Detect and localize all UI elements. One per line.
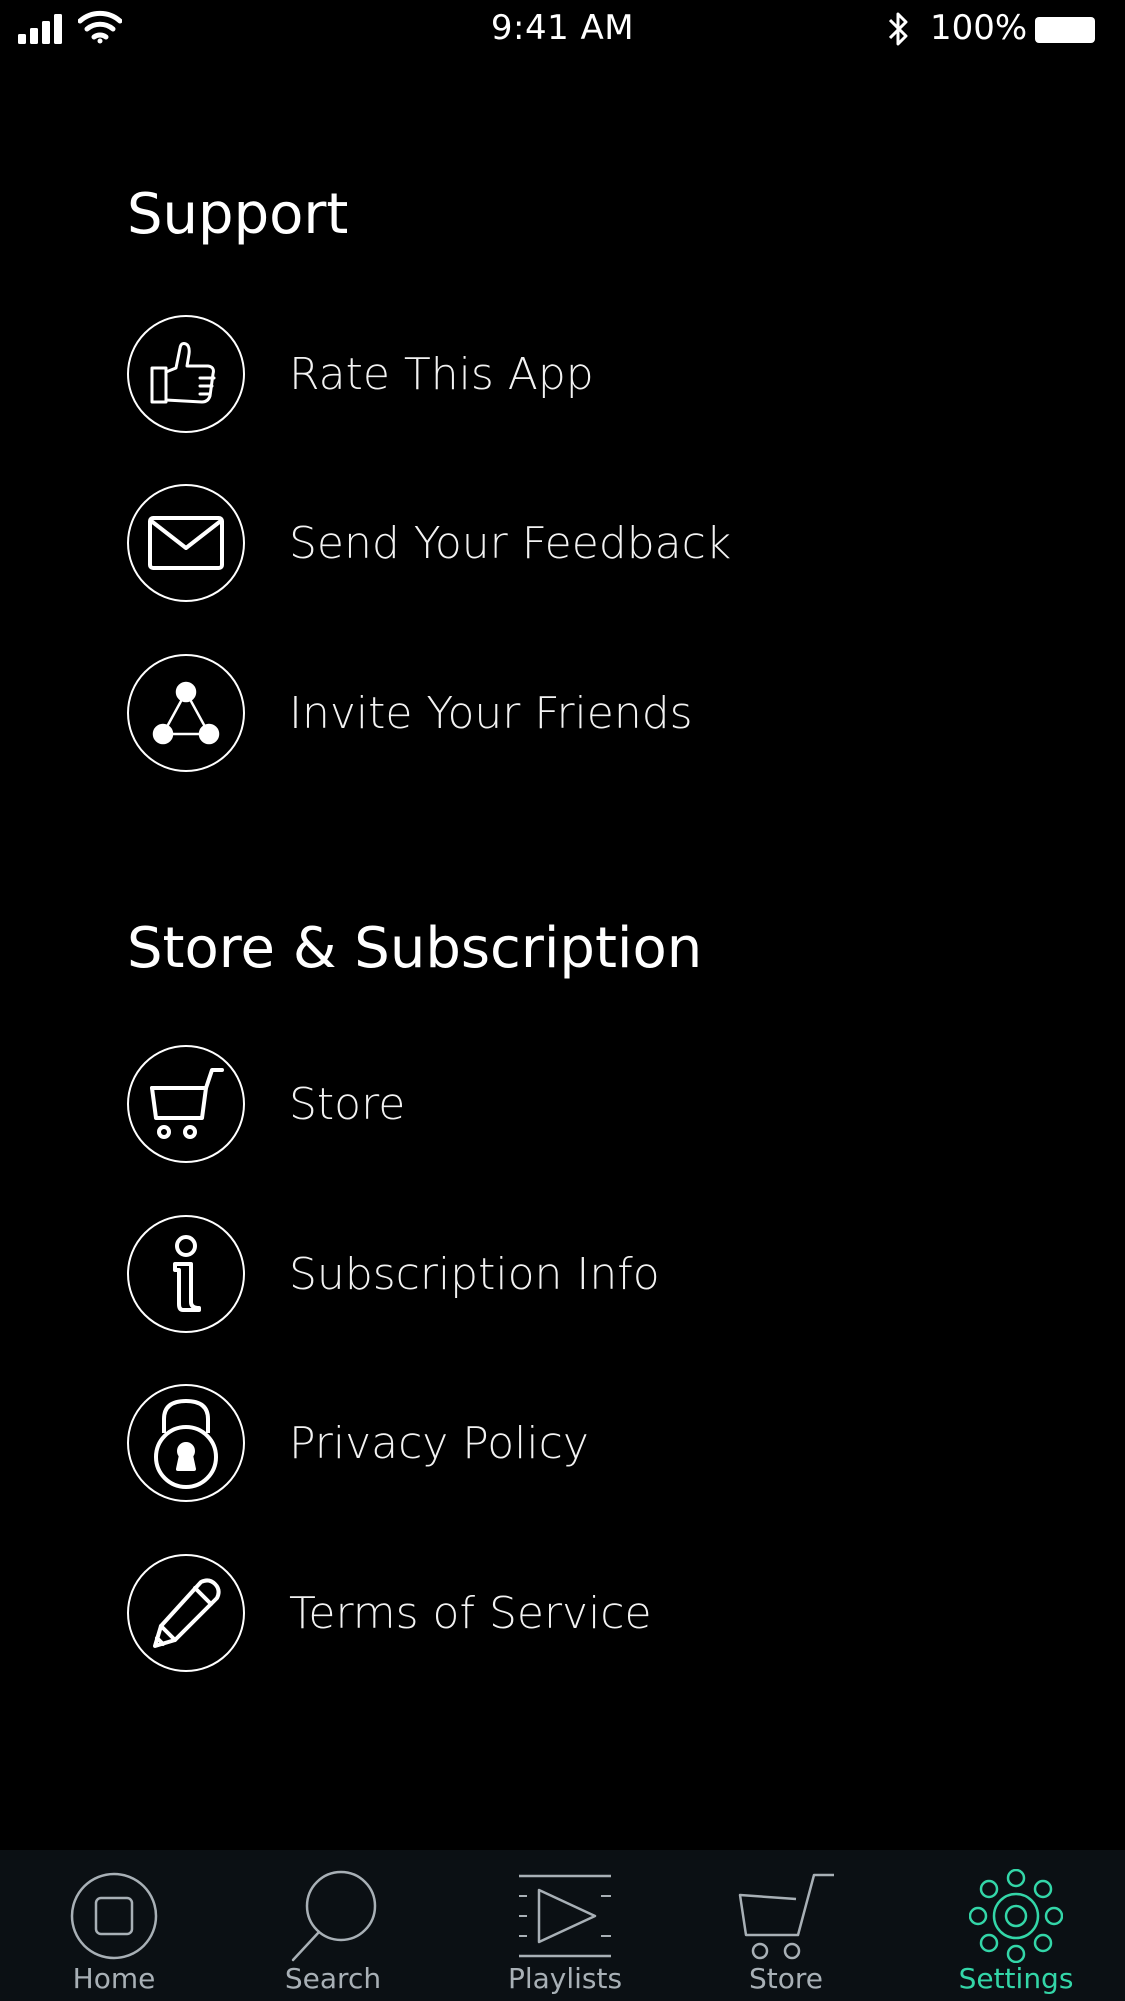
privacy-policy-row[interactable]: Privacy Policy (127, 1382, 1027, 1504)
home-icon (69, 1870, 159, 1962)
terms-of-service-row[interactable]: Terms of Service (127, 1552, 1027, 1674)
section-title-store-subscription: Store & Subscription (127, 916, 703, 981)
subscription-info-label: Subscription Info (289, 1248, 660, 1300)
tab-store[interactable]: Store (696, 1850, 876, 2001)
privacy-policy-label: Privacy Policy (289, 1417, 589, 1469)
tab-label-home: Home (72, 1962, 156, 1995)
battery-icon (1035, 17, 1095, 43)
tab-search[interactable]: Search (243, 1850, 423, 2001)
send-feedback-label: Send Your Feedback (289, 517, 732, 569)
cart-icon (127, 1045, 245, 1163)
lock-icon (127, 1384, 245, 1502)
share-icon (127, 654, 245, 772)
terms-of-service-label: Terms of Service (289, 1587, 652, 1639)
info-icon (127, 1215, 245, 1333)
tab-playlists[interactable]: Playlists (475, 1850, 655, 2001)
tab-label-store: Store (748, 1962, 823, 1995)
store-label: Store (289, 1078, 406, 1130)
rate-app-row[interactable]: Rate This App (127, 313, 1027, 435)
search-icon (285, 1870, 381, 1962)
tab-label-settings: Settings (958, 1962, 1074, 1995)
status-bar: 9:41 AM 100% (0, 0, 1125, 60)
tab-settings[interactable]: Settings (926, 1850, 1106, 2001)
subscription-info-row[interactable]: Subscription Info (127, 1213, 1027, 1335)
pencil-icon (127, 1554, 245, 1672)
rate-app-label: Rate This App (289, 348, 594, 400)
tab-label-search: Search (284, 1962, 382, 1995)
invite-friends-label: Invite Your Friends (289, 687, 693, 739)
bluetooth-icon (888, 12, 908, 46)
battery-percent: 100% (930, 8, 1028, 48)
tab-label-playlists: Playlists (507, 1962, 623, 1995)
invite-friends-row[interactable]: Invite Your Friends (127, 652, 1027, 774)
tab-home[interactable]: Home (24, 1850, 204, 2001)
mail-icon (127, 484, 245, 602)
tab-bar: Home Search Playlists Store Settings (0, 1850, 1125, 2001)
cart-icon (736, 1870, 836, 1962)
playlists-icon (517, 1870, 613, 1962)
store-row[interactable]: Store (127, 1043, 1027, 1165)
send-feedback-row[interactable]: Send Your Feedback (127, 482, 1027, 604)
gear-icon (969, 1869, 1063, 1963)
thumbs-up-icon (127, 315, 245, 433)
section-title-support: Support (127, 182, 349, 247)
